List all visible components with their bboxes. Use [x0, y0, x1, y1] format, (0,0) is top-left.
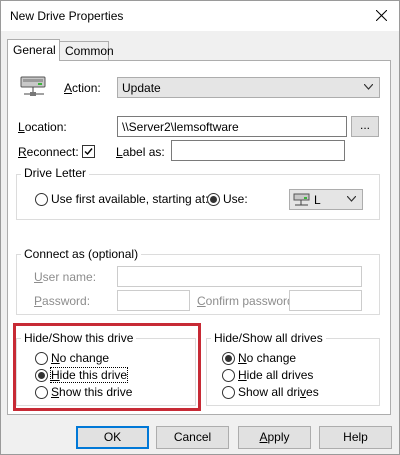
- highlight-box: [13, 323, 201, 411]
- apply-label: A: [259, 430, 268, 444]
- drive-letter-value: L: [314, 193, 321, 207]
- tab-general-label: General: [13, 43, 56, 57]
- apply-label-rest: pply: [267, 430, 290, 444]
- radio-show-all-drives[interactable]: [222, 386, 235, 399]
- tab-common-label: Common: [65, 44, 114, 58]
- ok-label: OK: [103, 430, 122, 444]
- drive-letter-title: Drive Letter: [21, 166, 90, 180]
- hide-all-drives-label: Hide all drives: [238, 368, 314, 382]
- close-icon: [376, 10, 387, 21]
- tab-common[interactable]: Common: [59, 41, 114, 60]
- help-button[interactable]: Help: [319, 426, 392, 449]
- checkmark-icon: [84, 148, 93, 156]
- radio-use-first-available[interactable]: [35, 193, 48, 206]
- close-button[interactable]: [363, 1, 399, 31]
- username-label: User name:: [34, 270, 97, 284]
- browse-label: ...: [359, 118, 370, 132]
- reconnect-checkbox[interactable]: [82, 145, 95, 158]
- use-first-available-label: Use first available, starting at:: [51, 192, 209, 206]
- use-label: Use:: [223, 192, 248, 206]
- drive-icon: [293, 193, 310, 206]
- ok-button[interactable]: OK: [76, 426, 149, 449]
- action-dropdown[interactable]: Update: [117, 77, 380, 98]
- label-as-label: Label as:: [116, 145, 165, 159]
- drive-properties-dialog: New Drive Properties General Common Acti…: [0, 0, 400, 455]
- cancel-label: Cancel: [173, 430, 212, 444]
- location-value: \\Server2\lemsoftware: [122, 120, 239, 134]
- browse-button[interactable]: ...: [351, 116, 379, 137]
- title-bar[interactable]: New Drive Properties: [1, 1, 399, 31]
- action-label: Action:: [64, 81, 101, 95]
- action-value: Update: [122, 81, 161, 95]
- chevron-down-icon: [347, 196, 356, 202]
- confirm-password-input[interactable]: [289, 290, 362, 311]
- window-title: New Drive Properties: [10, 9, 124, 23]
- confirm-password-label: Confirm password:: [197, 294, 298, 308]
- label-as-input[interactable]: [171, 140, 345, 161]
- password-input[interactable]: [117, 290, 190, 311]
- all-no-change-label: No change: [238, 351, 297, 365]
- radio-use[interactable]: [207, 193, 220, 206]
- tab-general[interactable]: General: [7, 39, 60, 61]
- location-input[interactable]: \\Server2\lemsoftware: [117, 116, 347, 137]
- hide-show-all-title: Hide/Show all drives: [211, 331, 326, 345]
- cancel-button[interactable]: Cancel: [156, 426, 229, 449]
- show-all-drives-label: Show all drives: [238, 385, 319, 399]
- location-label: Location:: [18, 120, 67, 134]
- connect-as-title: Connect as (optional): [21, 247, 142, 261]
- reconnect-label: Reconnect:: [18, 145, 79, 159]
- chevron-down-icon: [364, 84, 373, 90]
- radio-all-no-change[interactable]: [222, 352, 235, 365]
- network-drive-icon: [20, 76, 46, 96]
- drive-letter-dropdown[interactable]: L: [289, 189, 363, 210]
- password-label: Password:: [34, 294, 91, 308]
- radio-hide-all-drives[interactable]: [222, 369, 235, 382]
- username-input[interactable]: [117, 266, 362, 287]
- apply-button[interactable]: Apply: [238, 426, 311, 449]
- help-label: Help: [343, 430, 368, 444]
